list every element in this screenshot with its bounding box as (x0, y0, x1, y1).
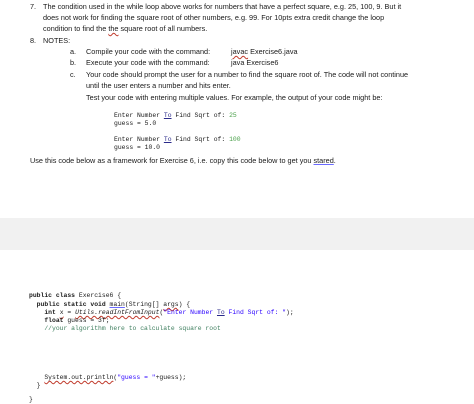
notes-heading: NOTES: (43, 36, 71, 45)
example-2-guess: guess = 10.0 (114, 144, 161, 151)
javac-word: javac (231, 47, 249, 56)
page-break-gap (0, 218, 474, 250)
code-line-2: public static void main(String[] args) { (29, 301, 191, 308)
code-comment-line: //your algorithm here to calculate squar… (29, 325, 221, 332)
note-c-marker: c. (70, 70, 76, 79)
stared-word: stared (313, 156, 334, 165)
note-a-marker: a. (70, 47, 77, 56)
document-page-bottom: public class Exercise6 { public static v… (0, 250, 474, 404)
code-line-3: int x = Utils.readIntFromInput("Enter Nu… (29, 309, 294, 316)
note-c-line-1: Your code should prompt the user for a n… (86, 70, 409, 79)
code-line-print: System.out.println("guess = "+guess); (44, 374, 187, 381)
example-1-input-value: 25 (229, 112, 237, 119)
code-line-4: float guess = 3f; (29, 317, 110, 324)
item-7-line-3c: square root of all numbers. (118, 24, 208, 33)
note-b-marker: b. (70, 58, 77, 67)
note-b-text: Execute your code with the command: (86, 58, 210, 67)
example-1-guess: guess = 5.0 (114, 120, 157, 127)
item-7-line-3-flagged-word: the (108, 24, 119, 33)
code-line-close-method: } (29, 382, 41, 389)
note-b-command: java Exercise6 (231, 58, 279, 67)
item-7-line-2: does not work for finding the square roo… (43, 13, 385, 22)
note-a-command-file: Exercise6.java (248, 47, 298, 56)
example-1-prompt: Enter Number To Find Sqrt of: 25 (114, 112, 237, 119)
note-a-text: Compile your code with the command: (86, 47, 211, 56)
note-c-line-2: until the user enters a number and hits … (86, 81, 231, 90)
note-c-line-3: Test your code with entering multiple va… (86, 93, 383, 102)
example-2-input-value: 100 (229, 136, 241, 143)
item-7-line-3: condition to find the the square root of… (43, 24, 207, 34)
item-7-line-3a: condition to find the (43, 24, 109, 33)
item-7-number: 7. (30, 2, 37, 11)
code-line-1: public class Exercise6 { (29, 292, 122, 299)
item-7-line-1: The condition used in the while loop abo… (43, 2, 402, 11)
code-line-close-class: } (29, 396, 33, 403)
note-a-command: javac Exercise6.java (231, 47, 298, 57)
example-2-prompt: Enter Number To Find Sqrt of: 100 (114, 136, 241, 143)
document-page-top: 7. The condition used in the while loop … (0, 0, 474, 218)
framework-instruction: Use this code below as a framework for E… (30, 156, 336, 165)
item-8-number: 8. (30, 36, 37, 45)
